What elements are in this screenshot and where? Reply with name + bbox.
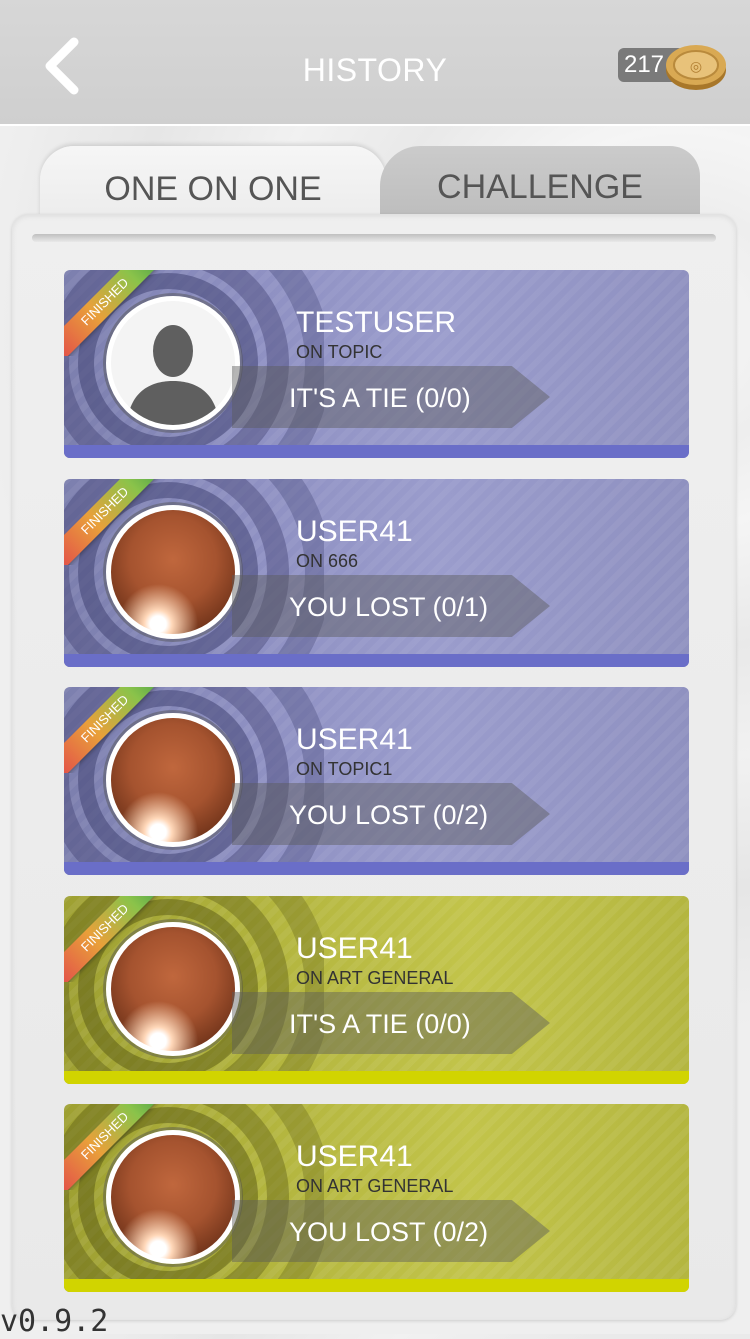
- tab-one-on-one[interactable]: ONE ON ONE: [40, 146, 386, 218]
- topic-label: ON TOPIC: [296, 342, 383, 362]
- default-avatar-icon: [127, 325, 219, 425]
- avatar: [106, 296, 240, 430]
- topic-label: ON TOPIC1: [296, 759, 393, 779]
- result-label: YOU LOST (0/1): [289, 592, 489, 622]
- tab-challenge[interactable]: CHALLENGE: [380, 146, 700, 218]
- result-label: IT'S A TIE (0/0): [289, 1009, 471, 1039]
- match-card[interactable]: FINISHED USER41 ON 666 YOU LOST (0/1): [64, 479, 689, 667]
- planet-avatar: [106, 1130, 240, 1264]
- opponent-name: USER41: [296, 1140, 413, 1173]
- topic-label: ON ART GENERAL: [296, 968, 454, 988]
- match-card[interactable]: FINISHED USER41 ON ART GENERAL YOU LOST …: [64, 1104, 689, 1292]
- svg-text:◎: ◎: [690, 58, 702, 74]
- coin-icon: ◎: [666, 45, 726, 90]
- planet-avatar: [106, 505, 240, 639]
- opponent-name: USER41: [296, 723, 413, 756]
- result-label: YOU LOST (0/2): [289, 1217, 489, 1247]
- divider: [32, 234, 716, 242]
- match-card[interactable]: FINISHED TESTUSER ON TOPIC IT'S A TIE (0…: [64, 270, 689, 458]
- topic-label: ON ART GENERAL: [296, 1176, 454, 1196]
- match-card[interactable]: FINISHED USER41 ON ART GENERAL IT'S A TI…: [64, 896, 689, 1084]
- opponent-name: USER41: [296, 932, 413, 965]
- result-label: YOU LOST (0/2): [289, 800, 489, 830]
- result-label: IT'S A TIE (0/0): [289, 383, 471, 413]
- planet-avatar: [106, 922, 240, 1056]
- planet-avatar: [106, 713, 240, 847]
- topic-label: ON 666: [296, 551, 359, 571]
- opponent-name: TESTUSER: [296, 306, 457, 339]
- match-card[interactable]: FINISHED USER41 ON TOPIC1 YOU LOST (0/2): [64, 687, 689, 875]
- coin-count: 217: [623, 51, 665, 78]
- header-bar: HISTORY 217 ◎: [0, 0, 750, 126]
- opponent-name: USER41: [296, 515, 413, 548]
